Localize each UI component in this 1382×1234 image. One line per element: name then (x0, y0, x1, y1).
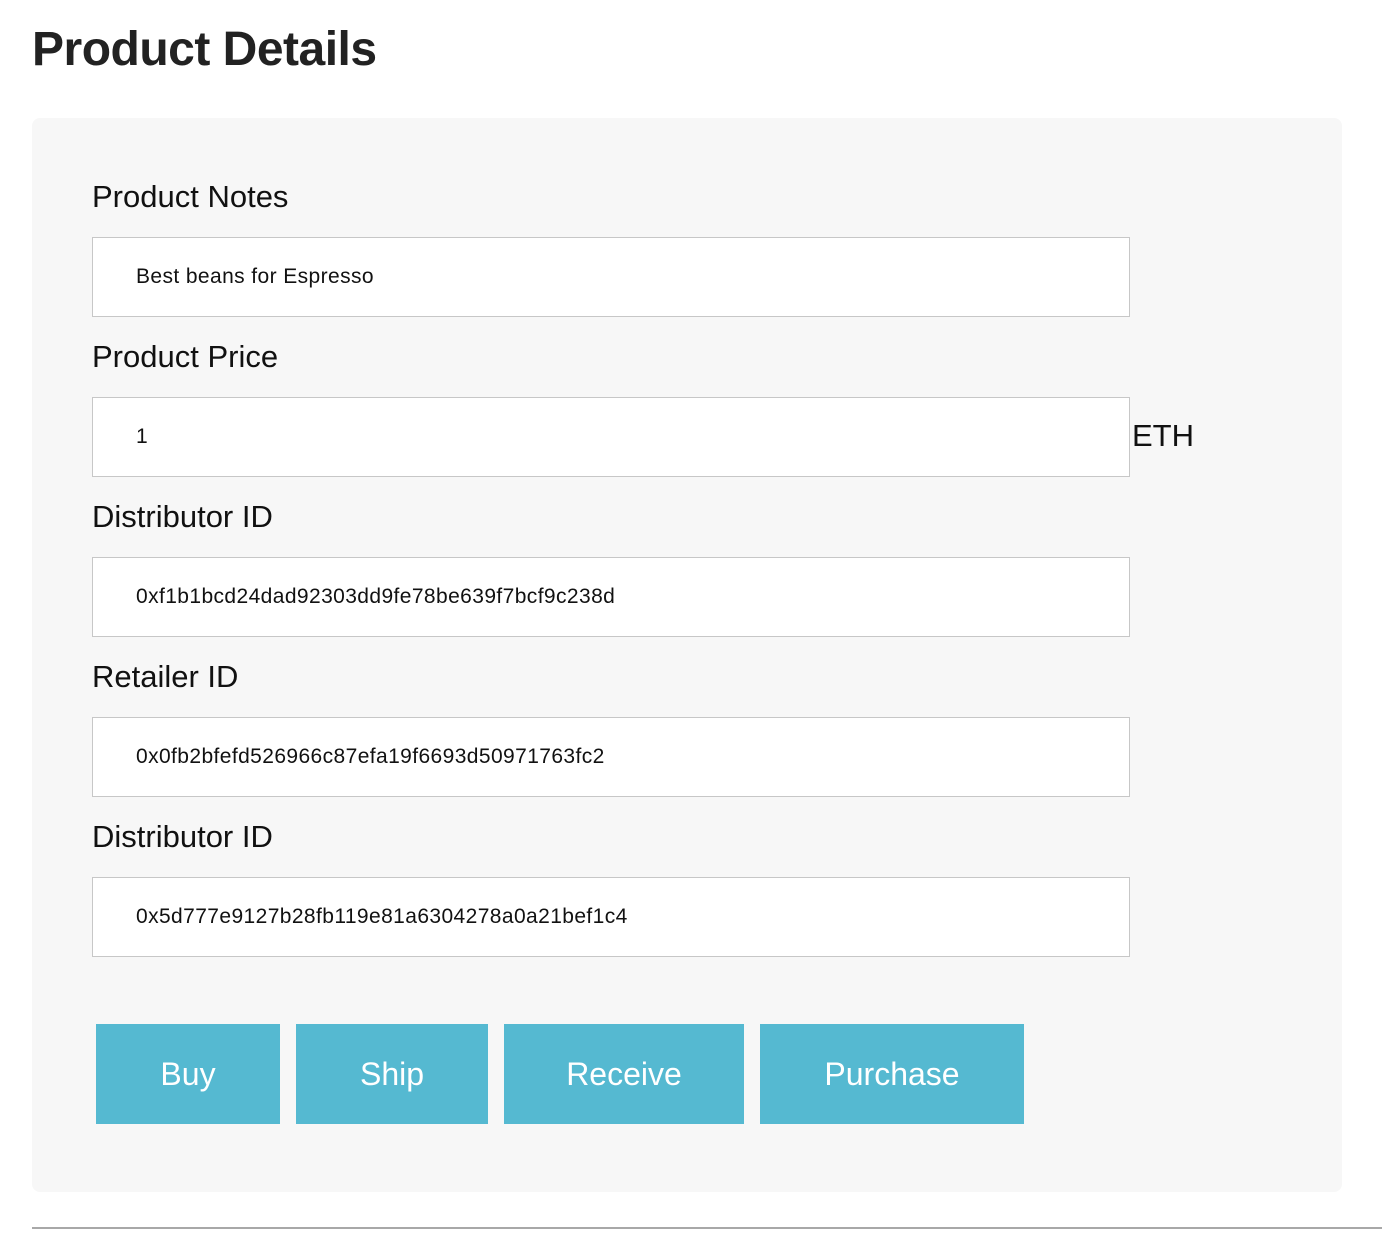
product-notes-input[interactable] (92, 237, 1130, 317)
page-title: Product Details (32, 23, 377, 76)
price-unit-label: ETH (1132, 418, 1194, 453)
retailer-id-input[interactable] (92, 717, 1130, 797)
distributor-id-label: Distributor ID (92, 499, 273, 534)
retailer-id-label: Retailer ID (92, 659, 239, 694)
bottom-divider (32, 1227, 1382, 1229)
receive-button[interactable]: Receive (504, 1024, 744, 1124)
product-price-label: Product Price (92, 339, 279, 374)
distributor-id-input[interactable] (92, 557, 1130, 637)
buy-button[interactable]: Buy (96, 1024, 280, 1124)
purchase-button[interactable]: Purchase (760, 1024, 1024, 1124)
product-details-panel: Product Notes Product Price ETH Distribu… (32, 118, 1342, 1192)
product-price-input[interactable] (92, 397, 1130, 477)
distributor-id-input-2[interactable] (92, 877, 1130, 957)
ship-button[interactable]: Ship (296, 1024, 488, 1124)
product-notes-label: Product Notes (92, 179, 289, 214)
distributor-id-label-2: Distributor ID (92, 819, 273, 854)
